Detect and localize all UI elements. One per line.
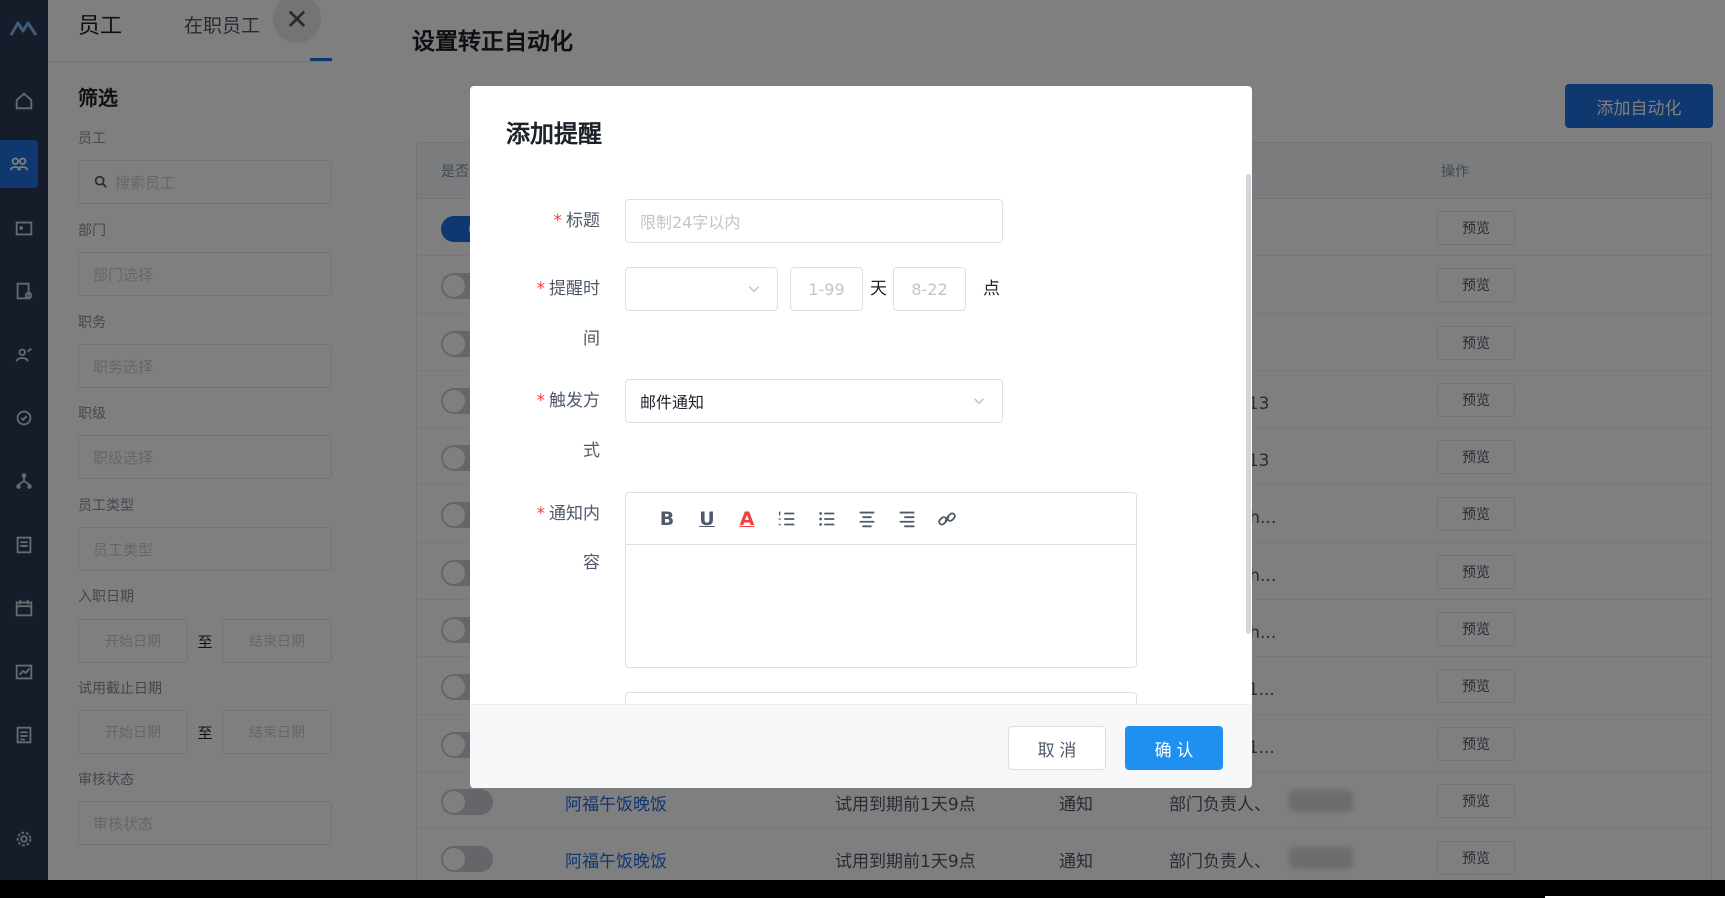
trigger-label: * 触发方 [470, 379, 601, 423]
remind-type-select[interactable] [625, 267, 778, 311]
dialog-title: 添加提醒 [506, 120, 602, 148]
link-icon[interactable] [934, 506, 960, 532]
bold-button[interactable]: B [654, 506, 680, 532]
required-mark: * [536, 391, 546, 411]
font-color-button[interactable]: A [734, 506, 760, 532]
hour-unit: 点 [983, 279, 1000, 299]
required-mark: * [553, 211, 563, 231]
chevron-down-icon [748, 286, 760, 293]
content-label-wrap: 容 [583, 553, 600, 573]
title-input[interactable]: 限制24字以内 [625, 199, 1003, 243]
title-label-text: 标题 [566, 211, 600, 231]
required-mark: * [536, 504, 546, 524]
dialog-footer: 取 消 确 认 [470, 704, 1252, 788]
hour-input[interactable]: 8-22 [893, 267, 966, 311]
align-center-icon[interactable] [854, 506, 880, 532]
trigger-value: 邮件通知 [640, 393, 705, 412]
title-field-label: * 标题 [470, 199, 601, 243]
rich-text-editor[interactable]: B U A [625, 492, 1137, 668]
required-mark: * [536, 279, 546, 299]
trigger-select[interactable]: 邮件通知 [625, 379, 1003, 423]
confirm-button[interactable]: 确 认 [1125, 726, 1223, 770]
ordered-list-icon[interactable] [774, 506, 800, 532]
remind-time-label: * 提醒时 [470, 267, 601, 311]
align-right-icon[interactable] [894, 506, 920, 532]
trigger-label-wrap: 式 [583, 441, 600, 461]
app-screen: 员工 在职员工 ✕ 筛选 员工 搜索员工 部门 部门选择 职务 职务选择 职级 … [0, 0, 1725, 880]
editor-toolbar: B U A [626, 493, 1136, 545]
bottom-black-bar [0, 880, 1725, 898]
underline-button[interactable]: U [694, 506, 720, 532]
remind-time-label-wrap: 间 [583, 329, 600, 349]
dialog-scrollbar[interactable] [1246, 174, 1251, 634]
add-reminder-dialog: 添加提醒 * 标题 限制24字以内 * 提醒时 间 1-99 天 8-22 点 * 触… [470, 86, 1252, 788]
remind-label-text: 提醒时 [549, 279, 600, 299]
trigger-label-text: 触发方 [549, 391, 600, 411]
cancel-button[interactable]: 取 消 [1008, 726, 1106, 770]
content-label: * 通知内 [470, 492, 601, 536]
content-label-text: 通知内 [549, 504, 600, 524]
day-unit: 天 [870, 279, 887, 299]
days-input[interactable]: 1-99 [790, 267, 863, 311]
chevron-down-icon [973, 398, 985, 405]
bullet-list-icon[interactable] [814, 506, 840, 532]
